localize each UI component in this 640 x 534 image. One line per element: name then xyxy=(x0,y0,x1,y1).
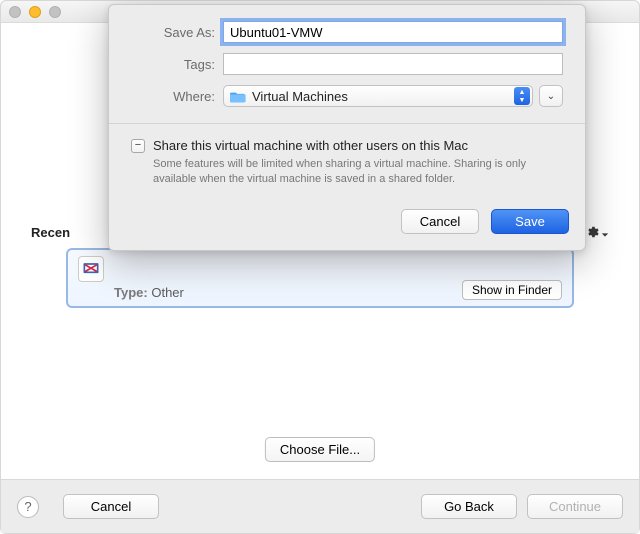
choose-file-button[interactable]: Choose File... xyxy=(265,437,375,462)
continue-button: Continue xyxy=(527,494,623,519)
item-type-value: Other xyxy=(151,285,184,300)
item-type-line: Type: Other xyxy=(114,285,452,300)
gear-icon xyxy=(585,225,599,242)
folder-icon xyxy=(230,90,246,103)
expand-save-panel-button[interactable]: ⌄ xyxy=(539,85,563,107)
where-selected-value: Virtual Machines xyxy=(252,89,508,104)
item-type-label: Type: xyxy=(114,285,148,300)
footer: ? Cancel Go Back Continue xyxy=(1,479,639,533)
chevron-down-icon xyxy=(601,226,609,242)
show-in-finder-button[interactable]: Show in Finder xyxy=(462,280,562,300)
tags-input[interactable] xyxy=(223,53,563,75)
sheet-footer: Cancel Save xyxy=(109,201,585,250)
select-chevrons-icon: ▲▼ xyxy=(514,87,530,105)
share-vm-label: Share this virtual machine with other us… xyxy=(153,138,468,153)
gear-menu-button[interactable] xyxy=(585,225,609,242)
save-as-label: Save As: xyxy=(131,25,223,40)
help-button[interactable]: ? xyxy=(17,496,39,518)
tags-label: Tags: xyxy=(131,57,223,72)
vm-icon xyxy=(78,256,104,282)
save-form: Save As: Tags: Where: Virtual Machines xyxy=(109,5,585,123)
recent-heading: Recen xyxy=(31,225,70,240)
save-as-input[interactable] xyxy=(223,21,563,43)
sheet-cancel-button[interactable]: Cancel xyxy=(401,209,479,234)
share-vm-description: Some features will be limited when shari… xyxy=(153,157,563,187)
go-back-button[interactable]: Go Back xyxy=(421,494,517,519)
where-label: Where: xyxy=(131,89,223,104)
chevron-down-icon: ⌄ xyxy=(547,91,555,102)
where-select[interactable]: Virtual Machines ▲▼ xyxy=(223,85,533,107)
cancel-button[interactable]: Cancel xyxy=(63,494,159,519)
traffic-lights xyxy=(9,6,61,18)
zoom-window-button[interactable] xyxy=(49,6,61,18)
close-window-button[interactable] xyxy=(9,6,21,18)
recent-item-card[interactable]: Type: Other Show in Finder xyxy=(66,248,574,308)
save-sheet: Save As: Tags: Where: Virtual Machines xyxy=(108,4,586,251)
minimize-window-button[interactable] xyxy=(29,6,41,18)
share-vm-checkbox[interactable]: − xyxy=(131,139,145,153)
sheet-save-button[interactable]: Save xyxy=(491,209,569,234)
share-block: − Share this virtual machine with other … xyxy=(109,124,585,201)
